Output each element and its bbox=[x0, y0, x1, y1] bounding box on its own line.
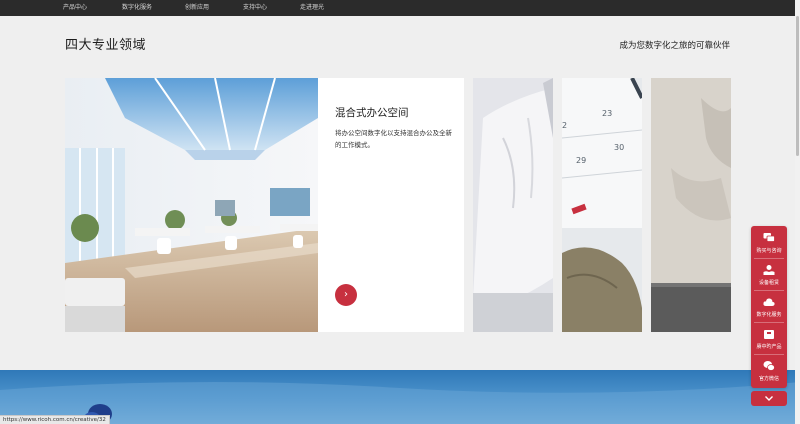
floating-contact-panel: 购买与咨询 设备租赁 数字化服务 赓中旳产品 官方微信 bbox=[751, 226, 787, 388]
cloud-icon bbox=[763, 298, 775, 306]
hand-coin-icon bbox=[763, 265, 775, 275]
nav-item-support[interactable]: 支持中心 bbox=[243, 2, 267, 11]
float-item-digital-services[interactable]: 数字化服务 bbox=[751, 290, 787, 322]
svg-text:2: 2 bbox=[562, 121, 567, 130]
feature-card[interactable]: 混合式办公空间 将办公空间数字化以支持混合办公及全新的工作模式。 › bbox=[65, 78, 464, 332]
nav-item-products[interactable]: 产品中心 bbox=[63, 2, 87, 11]
feature-text-panel: 混合式办公空间 将办公空间数字化以支持混合办公及全新的工作模式。 › bbox=[318, 78, 464, 332]
float-item-label: 官方微信 bbox=[758, 376, 779, 382]
svg-text:30: 30 bbox=[614, 143, 624, 152]
float-item-label: 设备租赁 bbox=[758, 280, 779, 286]
float-item-label: 赓中旳产品 bbox=[756, 344, 782, 350]
wechat-icon bbox=[763, 361, 775, 371]
thumbnail-white-shirt[interactable] bbox=[473, 78, 553, 332]
section-title: 四大专业领域 bbox=[65, 38, 147, 53]
feature-arrow-button[interactable]: › bbox=[335, 284, 357, 306]
svg-text:29: 29 bbox=[576, 156, 586, 165]
float-item-products[interactable]: 赓中旳产品 bbox=[751, 322, 787, 354]
bottom-banner-image bbox=[0, 370, 800, 424]
thumbnail-calendar[interactable]: 2 23 29 30 bbox=[562, 78, 642, 332]
box-icon bbox=[764, 330, 774, 339]
nav-item-about[interactable]: 走进理光 bbox=[300, 2, 324, 11]
scrollbar-thumb[interactable] bbox=[796, 16, 799, 156]
float-item-device-rental[interactable]: 设备租赁 bbox=[751, 258, 787, 290]
float-panel-collapse-button[interactable] bbox=[751, 391, 787, 406]
chevron-down-icon bbox=[765, 396, 773, 401]
svg-text:23: 23 bbox=[602, 109, 612, 118]
feature-description: 将办公空间数字化以支持混合办公及全新的工作模式。 bbox=[335, 129, 452, 149]
float-item-purchase-consult[interactable]: 购买与咨询 bbox=[751, 226, 787, 258]
status-url: https://www.ricoh.com.cn/creative/32 bbox=[0, 415, 110, 424]
office-photo bbox=[65, 78, 318, 332]
chat-bubbles-icon bbox=[763, 233, 775, 242]
thumbnail-shadow-wall[interactable] bbox=[651, 78, 731, 332]
feature-title: 混合式办公空间 bbox=[335, 107, 409, 119]
nav-item-innovation[interactable]: 创新应用 bbox=[185, 2, 209, 11]
top-nav: 产品中心 数字化服务 创新应用 支持中心 走进理光 bbox=[0, 0, 800, 16]
float-item-wechat[interactable]: 官方微信 bbox=[751, 354, 787, 386]
page-scrollbar[interactable] bbox=[795, 0, 800, 424]
float-item-label: 数字化服务 bbox=[756, 312, 782, 318]
nav-item-digital-services[interactable]: 数字化服务 bbox=[122, 2, 152, 11]
float-item-label: 购买与咨询 bbox=[756, 248, 782, 254]
section-tagline: 成为您数字化之旅的可靠伙伴 bbox=[619, 41, 730, 51]
